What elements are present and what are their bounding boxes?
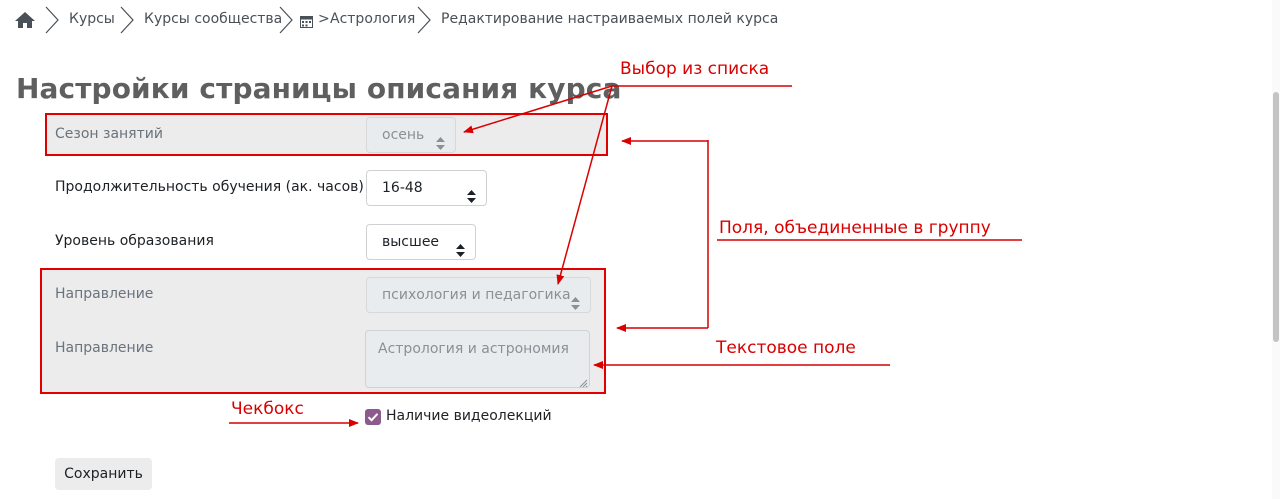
breadcrumb: Курсы Курсы сообщества > Астрология Реда… [0, 0, 778, 40]
video-lectures-label[interactable]: Наличие видеолекций [386, 408, 552, 424]
scrollbar-thumb[interactable] [1273, 92, 1279, 342]
education-level-select-value: высшее [382, 234, 440, 250]
direction-textarea[interactable]: Астрология и астрономия [365, 330, 590, 388]
video-lectures-checkbox[interactable] [365, 409, 381, 425]
duration-select-value: 16-48 [382, 180, 423, 196]
annotation-checkbox: Чекбокс [231, 399, 304, 419]
breadcrumb-item-edit-fields: Редактирование настраиваемых полей курса [441, 11, 779, 27]
save-button[interactable]: Сохранить [55, 458, 152, 490]
annotation-grouped-fields: Поля, объединенные в группу [719, 218, 991, 238]
annotation-text-field: Текстовое поле [716, 338, 856, 358]
direction-select[interactable]: психология и педагогика [366, 277, 591, 313]
sort-caret-icon [436, 129, 445, 150]
duration-select[interactable]: 16-48 [366, 170, 487, 206]
breadcrumb-item-community-courses[interactable]: Курсы сообщества [144, 11, 282, 27]
breadcrumb-item-courses[interactable]: Курсы [69, 11, 115, 27]
chevron-right-icon [119, 6, 135, 34]
chevron-right-icon [278, 6, 294, 34]
calendar-icon [300, 13, 313, 28]
season-select[interactable]: осень [366, 117, 456, 153]
season-label: Сезон занятий [55, 126, 163, 142]
breadcrumb-separator: > [318, 11, 330, 27]
sort-caret-icon [456, 236, 465, 257]
education-level-label: Уровень образования [55, 233, 214, 249]
page-title: Настройки страницы описания курса [16, 72, 622, 105]
breadcrumb-item-astrology[interactable]: Астрология [330, 11, 415, 27]
resize-handle-icon[interactable] [578, 376, 588, 388]
home-icon[interactable] [14, 10, 36, 30]
direction-select-value: психология и педагогика [382, 287, 571, 303]
education-level-select[interactable]: высшее [366, 224, 476, 260]
annotation-select-list: Выбор из списка [620, 59, 770, 79]
sort-caret-icon [467, 182, 476, 203]
check-icon [367, 413, 379, 422]
season-select-value: осень [382, 127, 425, 143]
scrollbar[interactable] [1272, 0, 1280, 499]
duration-label: Продолжительность обучения (ак. часов) [55, 179, 364, 195]
direction-text-label: Направление [55, 340, 154, 356]
direction-textarea-value: Астрология и астрономия [378, 341, 569, 357]
chevron-right-icon [416, 6, 432, 34]
direction-label: Направление [55, 286, 154, 302]
chevron-right-icon [44, 6, 60, 34]
sort-caret-icon [571, 289, 580, 310]
